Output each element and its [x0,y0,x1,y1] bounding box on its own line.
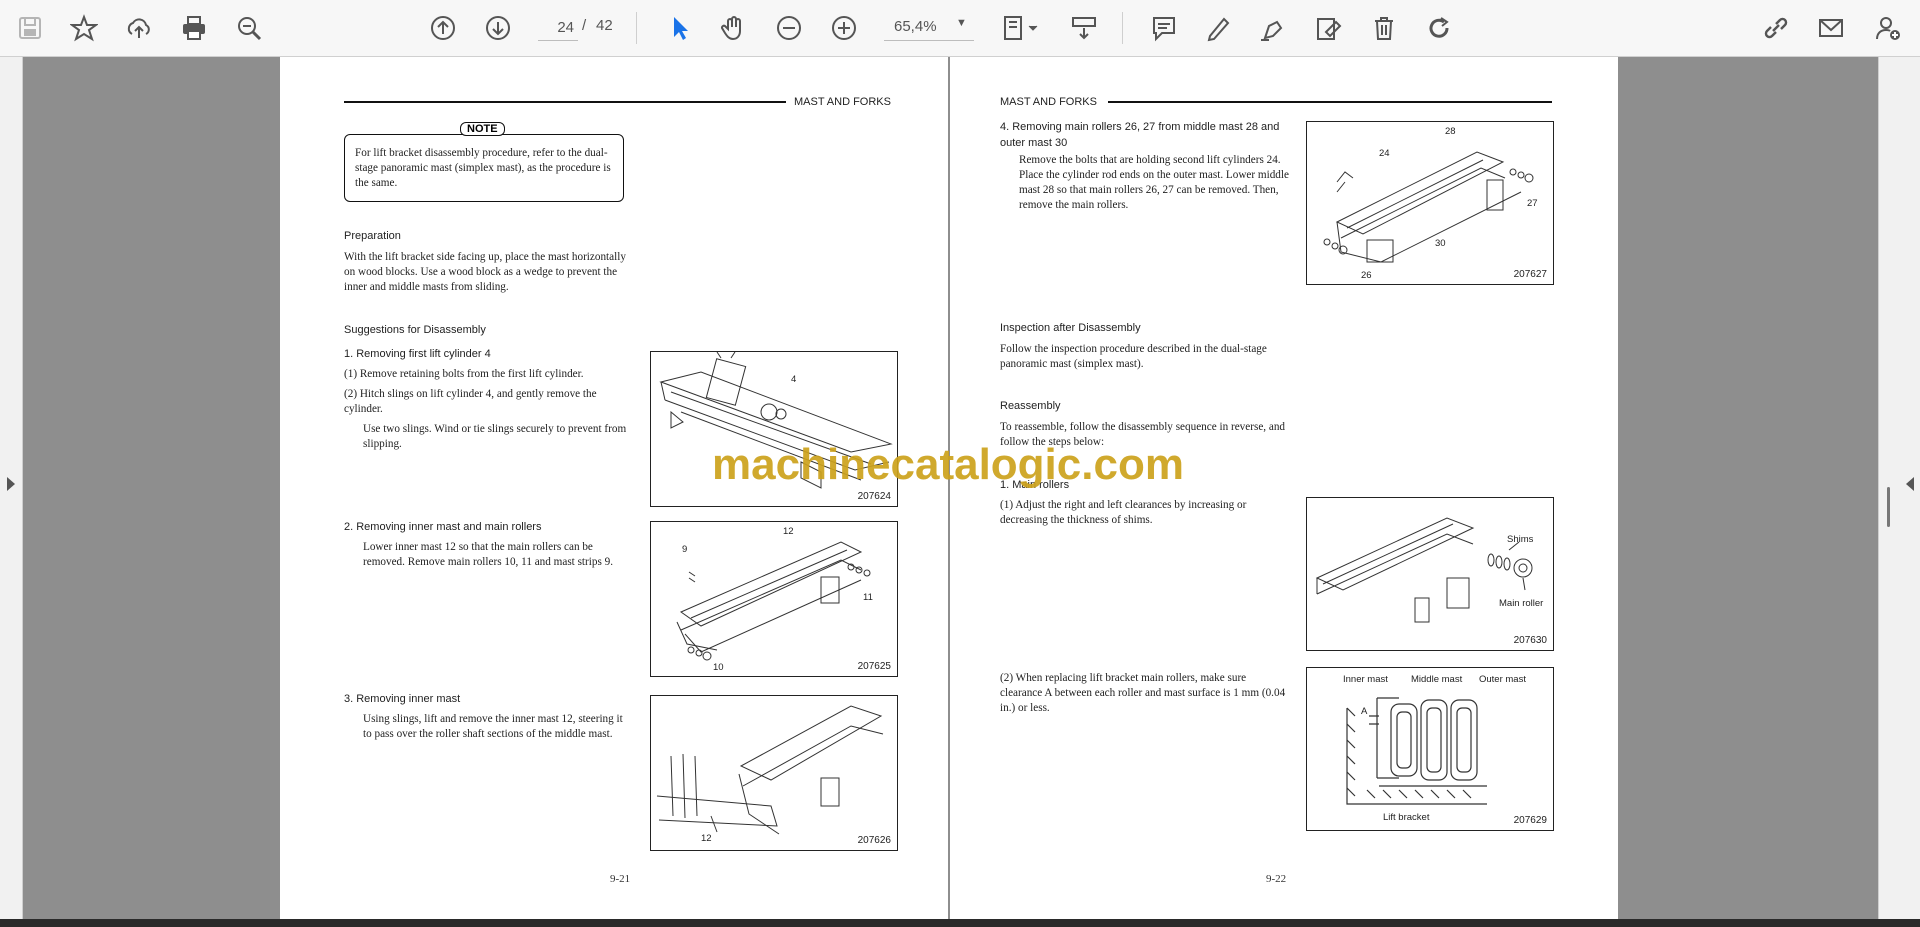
note-label: NOTE [460,122,505,136]
section-title-reassembly: Reassembly [1000,400,1061,412]
figure-id: 207627 [1513,269,1547,280]
zoom-search-icon[interactable] [231,10,267,46]
share-link-icon[interactable] [1758,10,1794,46]
figure-callout: Inner mast [1343,674,1388,685]
figure-main-rollers-removal: 28 24 27 30 26 207627 [1306,121,1554,285]
figure-callout: 24 [1379,148,1390,159]
fit-page-icon[interactable] [996,10,1046,46]
sign-icon[interactable] [1255,10,1291,46]
upload-cloud-icon[interactable] [121,10,157,46]
page-number: 9-22 [1266,873,1287,885]
figure-callout: A [1361,706,1368,717]
figure-id: 207630 [1513,635,1547,646]
mast-illustration [1346,697,1487,805]
bottom-bar [0,919,1920,927]
reassembly-step1-b: (2) When replacing lift bracket main rol… [1000,672,1286,714]
stamp-icon[interactable] [1310,10,1346,46]
mast-illustration [676,541,871,661]
toolbar-divider [1122,12,1123,44]
figure-callout: Main roller [1499,598,1544,609]
figure-remove-inner-mast: 12 207626 [650,695,898,851]
step3-title: 3. Removing inner mast [344,693,461,705]
page-header: MAST AND FORKS [794,96,891,108]
scrollbar-thumb[interactable] [1887,487,1890,527]
zoom-in-icon[interactable] [826,10,862,46]
note-text: For lift bracket disassembly procedure, … [355,147,611,189]
left-panel-toggle[interactable] [0,57,23,919]
figure-shims-main-roller: Shims Main roller 207630 [1306,497,1554,651]
email-icon[interactable] [1813,10,1849,46]
comment-icon[interactable] [1146,10,1182,46]
page-number: 9-21 [610,873,631,885]
highlight-pen-icon[interactable] [1200,10,1236,46]
figure-callout: 11 [863,592,873,603]
figure-callout: 27 [1527,198,1538,209]
figure-inner-mast-rollers: 12 9 11 10 207625 [650,521,898,677]
preparation-text: With the lift bracket side facing up, pl… [344,251,626,293]
mast-illustration [656,705,884,835]
figure-id: 207626 [857,835,891,846]
figure-callout: 12 [783,526,794,537]
figure-callout: 28 [1445,126,1456,137]
step4-title: 4. Removing main rollers 26, 27 from mid… [1000,121,1280,149]
figure-callout: Shims [1507,534,1534,545]
mast-illustration [1323,151,1534,263]
figure-callout: 4 [791,374,797,385]
step1-title: 1. Removing first lift cylinder 4 [344,348,491,360]
zoom-select[interactable]: 65,4% ▼ [884,14,974,41]
inspection-text: Follow the inspection procedure describe… [1000,343,1267,370]
section-title-suggestions: Suggestions for Disassembly [344,324,486,336]
figure-callout: Lift bracket [1383,812,1430,823]
header-rule [344,101,786,103]
figure-callout: 10 [713,662,724,673]
chevron-down-icon: ▼ [956,17,967,29]
print-icon[interactable] [176,10,212,46]
section-title-preparation: Preparation [344,230,401,242]
figure-callout: 30 [1435,238,1446,249]
chevron-right-icon [7,477,15,491]
toolbar: / 42 65,4% ▼ [0,0,1920,57]
header-rule [1108,101,1552,103]
watermark-text: machinecatalogic.com [712,440,1184,489]
delete-icon[interactable] [1366,10,1402,46]
figure-id: 207624 [857,491,891,502]
zoom-out-icon[interactable] [771,10,807,46]
figure-callout: Middle mast [1411,674,1463,685]
page-total: 42 [596,17,613,34]
right-panel-toggle[interactable] [1878,57,1920,919]
reassembly-step1-a: (1) Adjust the right and left clearances… [1000,499,1247,526]
step1-item-a: (1) Remove retaining bolts from the firs… [344,368,584,380]
step2-title: 2. Removing inner mast and main rollers [344,521,542,533]
figure-callout: 9 [682,544,688,555]
scroll-mode-icon[interactable] [1066,10,1102,46]
mast-illustration [1315,517,1533,623]
rotate-icon[interactable] [1421,10,1457,46]
bookmark-star-icon[interactable] [66,10,102,46]
page-separator: / [582,17,587,34]
page-down-icon[interactable] [480,10,516,46]
figure-id: 207629 [1513,815,1547,826]
figure-id: 207625 [857,661,891,672]
step2-text: Lower inner mast 12 so that the main rol… [363,541,614,568]
page-number-input[interactable] [538,14,578,41]
figure-callout: Outer mast [1479,674,1526,685]
hand-pan-icon[interactable] [716,10,752,46]
section-title-inspection: Inspection after Disassembly [1000,322,1141,334]
step1-item-c: Use two slings. Wind or tie slings secur… [363,423,627,450]
step1-item-b: (2) Hitch slings on lift cylinder 4, and… [344,388,597,415]
figure-clearance-diagram: Inner mast Middle mast Outer mast A Lift… [1306,667,1554,831]
chevron-left-icon [1906,477,1914,491]
select-cursor-icon[interactable] [662,10,698,46]
save-icon[interactable] [12,10,48,46]
step3-text: Using slings, lift and remove the inner … [363,713,623,740]
add-user-icon[interactable] [1870,10,1906,46]
step4-text: Remove the bolts that are holding second… [1019,154,1289,211]
figure-callout: 26 [1361,270,1372,281]
zoom-value: 65,4% [894,18,937,35]
figure-callout: 12 [701,833,712,844]
toolbar-divider [636,12,637,44]
page-header: MAST AND FORKS [1000,96,1097,108]
page-up-icon[interactable] [425,10,461,46]
